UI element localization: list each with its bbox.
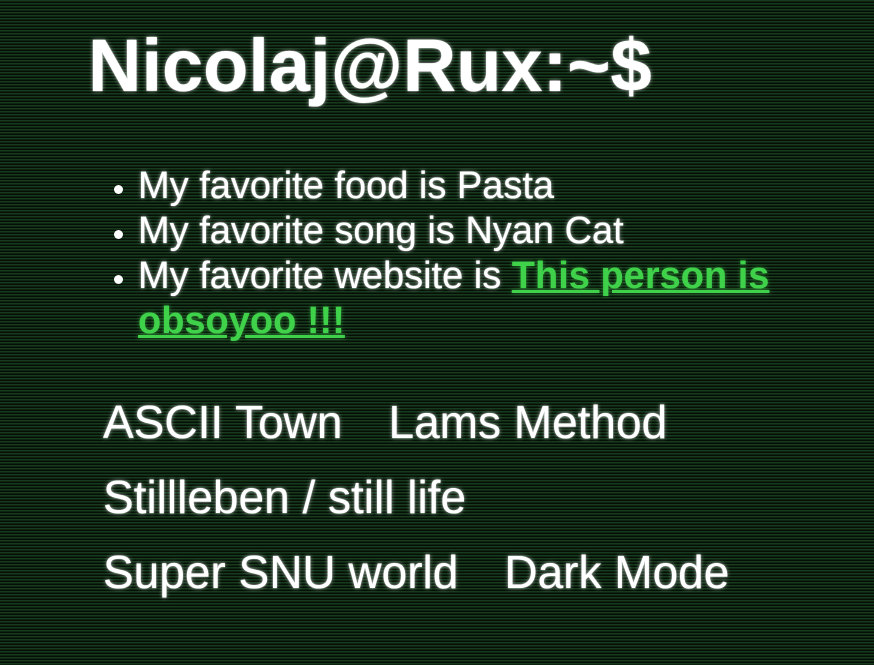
ascii-town-link[interactable]: ASCII Town [103,396,342,448]
page-title: Nicolaj@Rux:~$ [88,24,652,107]
favorite-song-text: My favorite song is Nyan Cat [138,210,624,252]
nav-row-3: Super SNU world Dark Mode [103,544,775,604]
list-item: My favorite food is Pasta [138,164,858,209]
favorite-food-text: My favorite food is Pasta [138,165,555,207]
nav-row-1: ASCII Town Lams Method [103,394,713,454]
list-item: My favorite song is Nyan Cat [138,209,858,254]
lams-method-link[interactable]: Lams Method [388,396,667,448]
dark-mode-link[interactable]: Dark Mode [504,546,729,598]
favorite-website-text: My favorite website is [138,255,512,297]
list-item: My favorite website is This person is ob… [138,254,858,344]
super-snu-world-link[interactable]: Super SNU world [103,546,458,598]
nav-row-2: Stillleben / still life [103,469,512,529]
favorites-list: My favorite food is Pasta My favorite so… [103,164,858,344]
stillleben-link[interactable]: Stillleben / still life [103,471,466,523]
